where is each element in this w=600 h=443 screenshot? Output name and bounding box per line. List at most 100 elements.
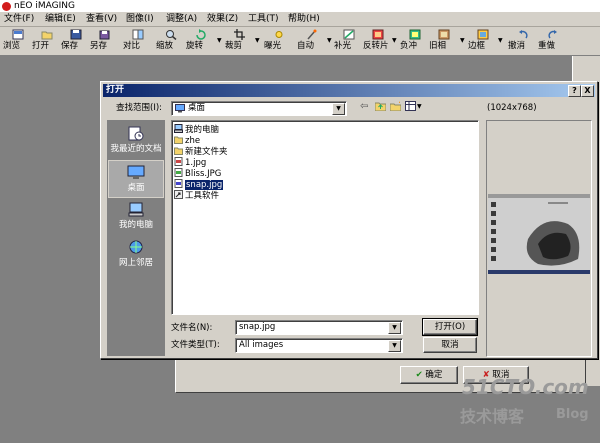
menu-edit[interactable]: 编辑(E): [45, 12, 76, 26]
redo-icon: [548, 30, 557, 39]
auto-dropdown-icon[interactable]: ▼: [327, 37, 332, 44]
menu-bar: 文件(F) 编辑(E) 查看(V) 图像(I) 调整(A) 效果(Z) 工具(T…: [0, 12, 600, 27]
undo-label: 撤消: [508, 41, 526, 51]
open-dialog: 打开 ? X 查找范围(I): 桌面 ▼ ⇦ ▼ (1024x768) 我最近的…: [100, 81, 598, 359]
menu-adjust[interactable]: 调整(A): [166, 12, 197, 26]
crop-label: 裁剪: [225, 41, 243, 51]
frame-dropdown-icon[interactable]: ▼: [498, 37, 503, 44]
watermark-site: 51CTO.com: [462, 375, 589, 399]
place-desktop-label: 桌面: [127, 183, 145, 193]
shortcut-icon: [174, 190, 183, 199]
browse-button[interactable]: 浏览: [3, 28, 33, 54]
file-item-snap[interactable]: snap.jpg: [174, 179, 224, 190]
lookin-label: 查找范围(I):: [116, 103, 163, 113]
open-button[interactable]: 打开: [32, 28, 62, 54]
slide-film-dropdown-icon[interactable]: ▼: [392, 37, 397, 44]
save-button[interactable]: 保存: [61, 28, 91, 54]
my-computer-icon: [128, 202, 144, 217]
preview-size: (1024x768): [487, 103, 537, 113]
redo-button[interactable]: 重做: [538, 28, 568, 54]
network-icon: [129, 240, 143, 254]
menu-file[interactable]: 文件(F): [4, 12, 34, 26]
folder-icon: [174, 136, 183, 144]
place-recent[interactable]: 我最近的文档: [108, 122, 164, 158]
back-icon[interactable]: ⇦: [360, 101, 368, 112]
file-name: snap.jpg: [185, 180, 224, 190]
preview-thumbnail: [488, 194, 590, 274]
browse-icon: [12, 29, 24, 40]
rotate-dropdown-icon[interactable]: ▼: [217, 37, 222, 44]
menu-image[interactable]: 图像(I): [126, 12, 154, 26]
app-logo-icon: [2, 2, 11, 11]
dialog-title-bar: 打开 ? X: [103, 84, 595, 97]
save-label: 保存: [61, 41, 79, 51]
file-item-tools[interactable]: 工具软件: [174, 190, 219, 201]
help-button[interactable]: ?: [568, 85, 581, 97]
lookin-select[interactable]: 桌面 ▼: [171, 101, 347, 116]
save-as-button[interactable]: 另存: [90, 28, 120, 54]
desktop-icon: [127, 165, 145, 179]
file-item-zhe[interactable]: zhe: [174, 135, 200, 146]
place-desktop[interactable]: 桌面: [108, 160, 164, 198]
new-folder-icon[interactable]: [389, 101, 402, 112]
place-computer[interactable]: 我的电脑: [108, 198, 164, 234]
rotate-button[interactable]: 旋转: [186, 28, 216, 54]
menu-help[interactable]: 帮助(H): [288, 12, 320, 26]
frame-button[interactable]: 边框: [468, 28, 498, 54]
crop-dropdown-icon[interactable]: ▼: [255, 37, 260, 44]
file-item-my-computer[interactable]: 我的电脑: [174, 124, 219, 135]
close-button[interactable]: X: [581, 85, 594, 97]
filename-input[interactable]: snap.jpg ▼: [235, 320, 403, 335]
fill-light-label: 补光: [334, 41, 352, 51]
file-name: 我的电脑: [185, 125, 220, 135]
view-dropdown-icon[interactable]: ▼: [417, 103, 422, 110]
old-photo-icon: [438, 29, 450, 40]
rotate-icon: [196, 29, 206, 40]
folder-icon: [174, 147, 183, 155]
file-list[interactable]: 我的电脑 zhe 新建文件夹 1.jpg Bliss.JPG snap.jpg …: [171, 120, 479, 315]
slide-film-label: 反转片: [363, 41, 389, 51]
file-name: 新建文件夹: [185, 147, 228, 157]
compare-button[interactable]: 对比: [123, 28, 153, 54]
place-recent-label: 我最近的文档: [110, 144, 162, 154]
filename-label: 文件名(N):: [171, 323, 213, 333]
file-name: Bliss.JPG: [185, 169, 222, 179]
file-item-new-folder[interactable]: 新建文件夹: [174, 146, 228, 157]
frame-icon: [477, 29, 489, 40]
fill-light-button[interactable]: 补光: [334, 28, 364, 54]
filetype-label: 文件类型(T):: [171, 340, 220, 350]
filename-dropdown-icon[interactable]: ▼: [388, 322, 401, 334]
file-name: 工具软件: [185, 191, 220, 201]
old-photo-label: 旧相: [429, 41, 447, 51]
filetype-dropdown-icon[interactable]: ▼: [388, 340, 401, 352]
up-folder-icon[interactable]: [374, 101, 387, 112]
cancel-button[interactable]: 取消: [423, 337, 477, 353]
exposure-button[interactable]: 曝光: [264, 28, 294, 54]
lookin-dropdown-icon[interactable]: ▼: [332, 103, 345, 115]
ok-button[interactable]: ✔ 确定: [400, 366, 458, 384]
place-network[interactable]: 网上邻居: [108, 236, 164, 272]
exposure-icon: [275, 31, 283, 38]
lookin-value: 桌面: [188, 103, 206, 113]
file-item-bliss[interactable]: Bliss.JPG: [174, 168, 221, 179]
old-photo-button[interactable]: 旧相: [429, 28, 459, 54]
zoom-button[interactable]: 缩放: [156, 28, 186, 54]
place-computer-label: 我的电脑: [118, 220, 153, 230]
save-icon: [70, 29, 82, 40]
open-icon: [41, 31, 53, 40]
filetype-select[interactable]: All images ▼: [235, 338, 403, 353]
undo-button[interactable]: 撤消: [508, 28, 538, 54]
cross-process-button[interactable]: 负冲: [400, 28, 430, 54]
menu-effect[interactable]: 效果(Z): [207, 12, 238, 26]
view-menu-icon[interactable]: [405, 101, 416, 111]
preview-pane: [486, 120, 592, 357]
old-photo-dropdown-icon[interactable]: ▼: [460, 37, 465, 44]
menu-view[interactable]: 查看(V): [86, 12, 117, 26]
slide-film-button[interactable]: 反转片: [363, 28, 393, 54]
crop-button[interactable]: 裁剪: [225, 28, 255, 54]
open-button-dialog[interactable]: 打开(O): [422, 318, 478, 336]
file-item-1jpg[interactable]: 1.jpg: [174, 157, 206, 168]
cross-process-label: 负冲: [400, 41, 418, 51]
menu-tools[interactable]: 工具(T): [248, 12, 279, 26]
auto-button[interactable]: 自动: [297, 28, 327, 54]
